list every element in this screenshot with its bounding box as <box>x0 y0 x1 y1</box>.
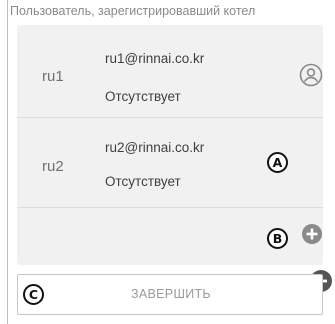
user-email: ru1@rinnai.co.kr <box>105 51 205 66</box>
finish-button-label: ЗАВЕРШИТЬ <box>131 287 211 301</box>
user-id: ru2 <box>42 158 64 175</box>
user-status: Отсутствует <box>105 174 181 189</box>
plus-circle-icon[interactable] <box>302 224 322 244</box>
user-email: ru2@rinnai.co.kr <box>105 140 205 155</box>
callout-c: C <box>23 284 44 305</box>
callout-b: B <box>267 228 288 249</box>
user-status: Отсутствует <box>105 89 181 104</box>
finish-button[interactable]: ЗАВЕРШИТЬ <box>17 274 323 315</box>
user-row: ru1 ru1@rinnai.co.kr Отсутствует <box>17 25 323 117</box>
callout-a: A <box>267 152 288 173</box>
screen: Пользователь, зарегистрировавший котел r… <box>7 0 335 324</box>
section-title: Пользователь, зарегистрировавший котел <box>10 4 256 18</box>
user-id: ru1 <box>42 68 64 85</box>
user-circle-icon <box>299 63 323 87</box>
